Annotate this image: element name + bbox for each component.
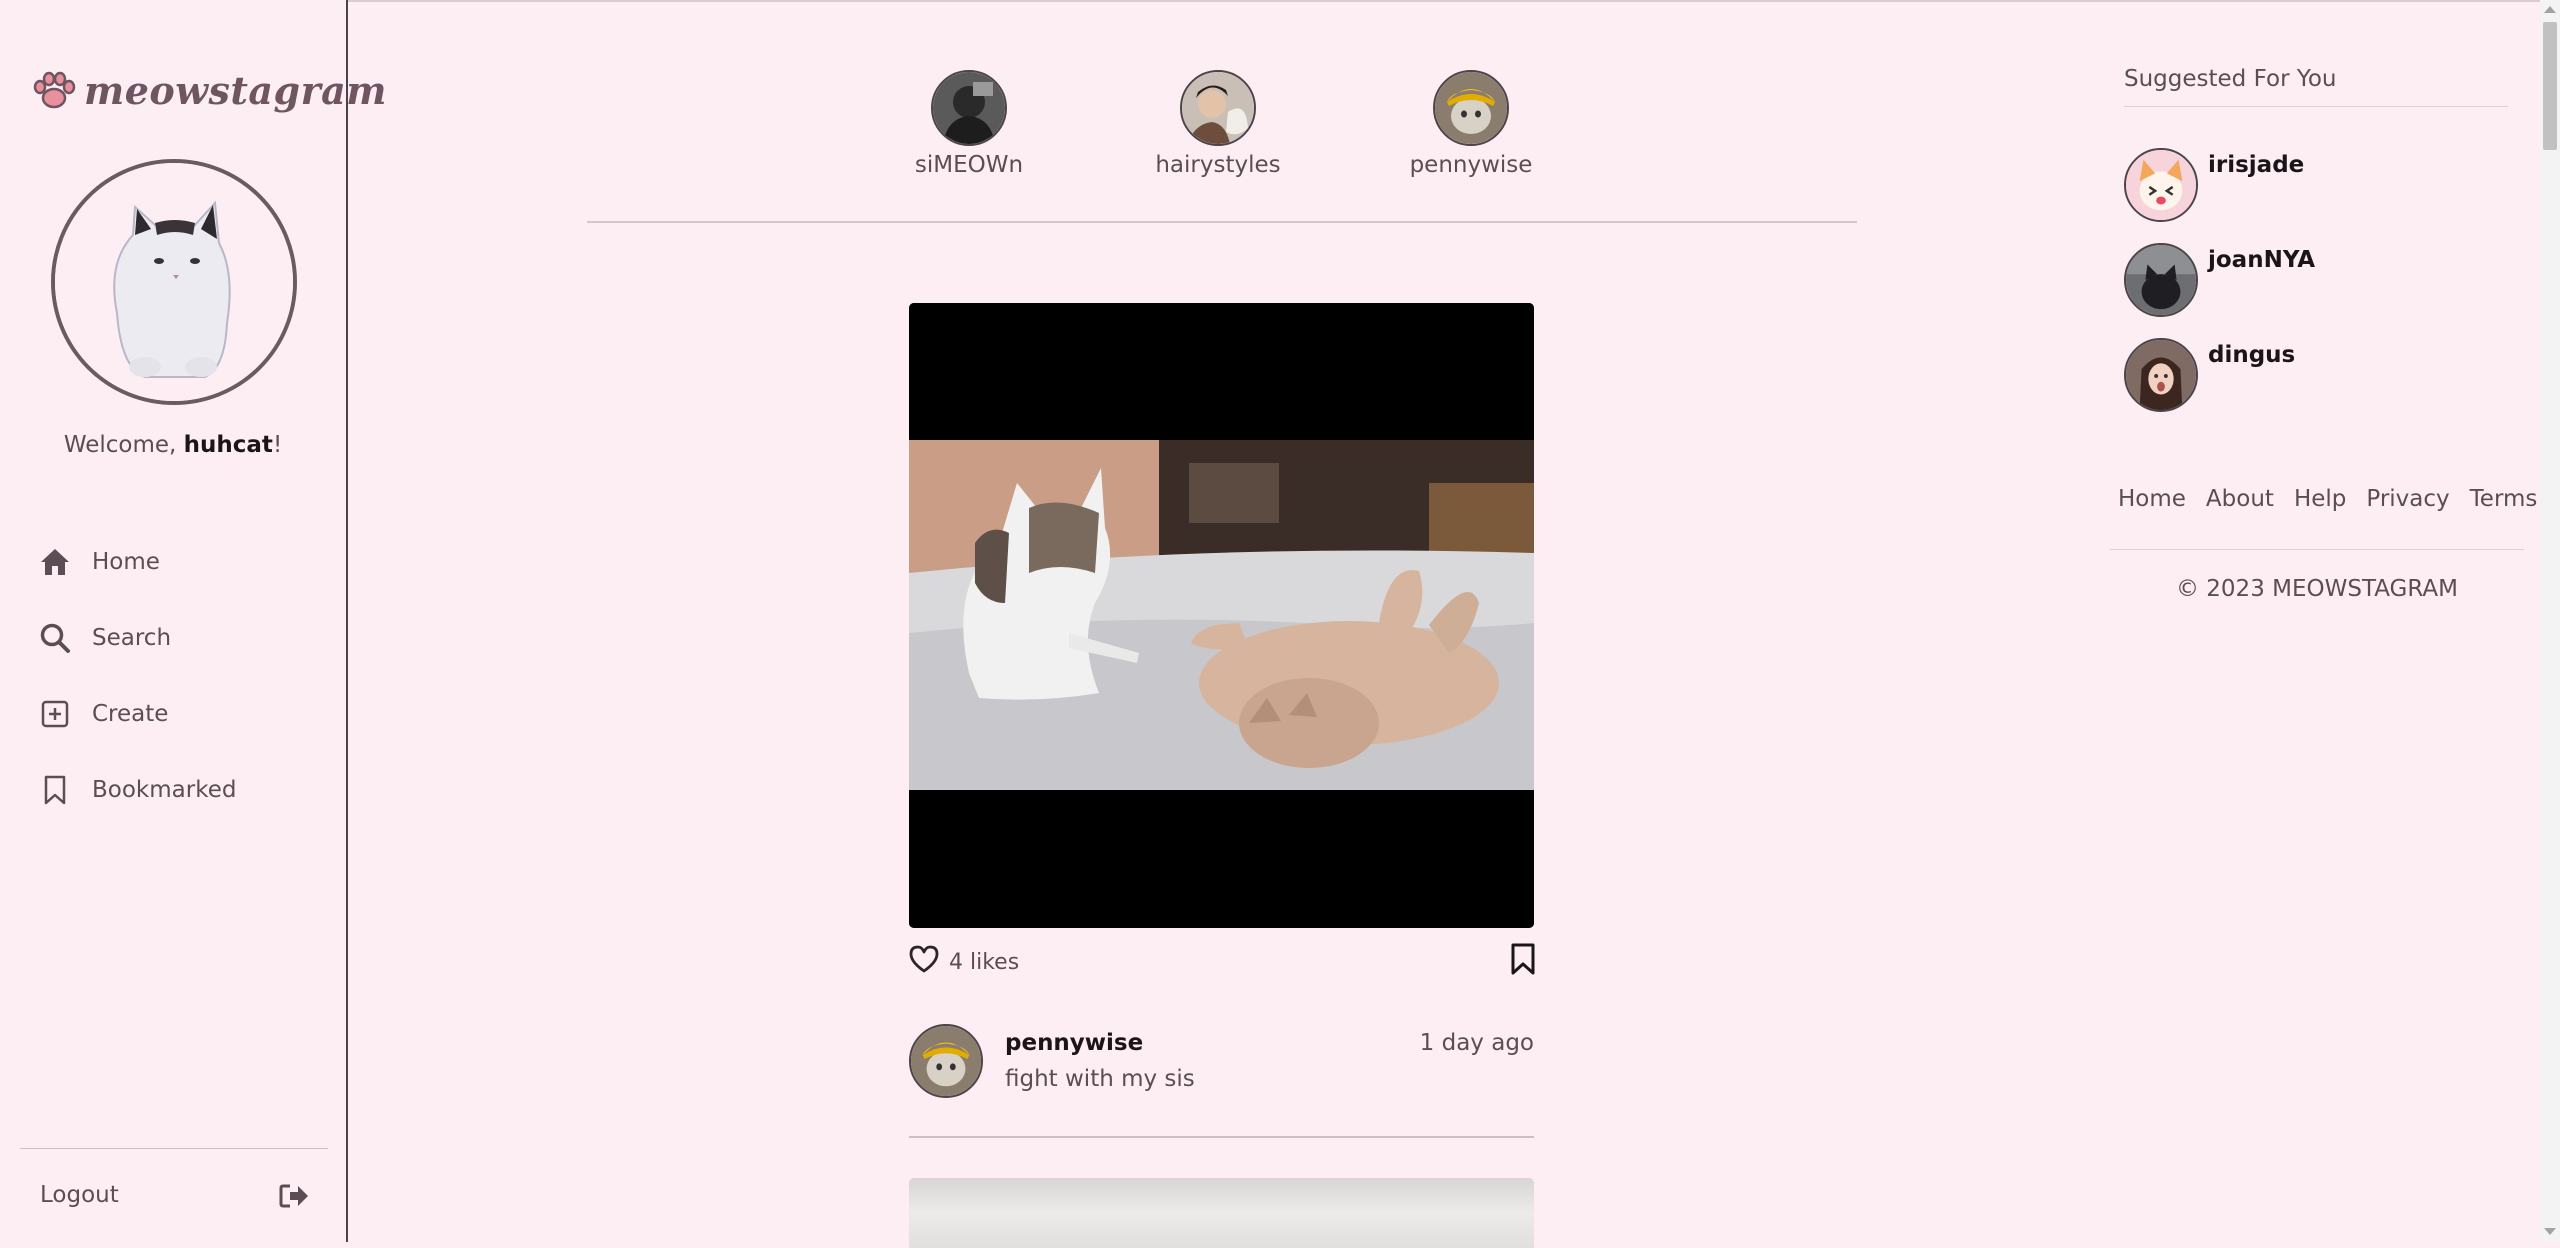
nav-item-bookmarked[interactable]: Bookmarked — [38, 752, 236, 828]
post-timestamp: 1 day ago — [1419, 1030, 1534, 1056]
main-nav: Home Search Create Bookmarked — [38, 524, 236, 828]
bookmark-icon[interactable] — [1510, 943, 1536, 975]
logout-icon[interactable] — [278, 1180, 310, 1212]
logout-link[interactable]: Logout — [40, 1182, 119, 1208]
profile-avatar[interactable] — [51, 159, 297, 405]
scroll-up-arrow-icon[interactable] — [2544, 6, 2556, 13]
profile-cat-image — [55, 163, 293, 401]
nav-label-home: Home — [92, 549, 160, 575]
suggestions-title: Suggested For You — [2124, 66, 2337, 92]
suggestions-divider — [2124, 106, 2508, 107]
nav-item-home[interactable]: Home — [38, 524, 236, 600]
story-item[interactable]: hairystyles — [1108, 70, 1328, 178]
bookmark-icon — [38, 773, 72, 807]
story-avatar — [1433, 70, 1509, 146]
welcome-username: huhcat — [183, 432, 273, 458]
footer-link-home[interactable]: Home — [2118, 486, 2186, 512]
suggested-user-name: joanNYA — [2208, 247, 2316, 273]
next-post-preview[interactable] — [909, 1178, 1534, 1248]
brand-logo[interactable]: meowstagram — [32, 68, 387, 113]
story-item[interactable]: siMEOWn — [859, 70, 1079, 178]
welcome-message: Welcome, huhcat! — [0, 432, 346, 458]
window-top-border — [0, 0, 2560, 2]
paw-icon — [33, 71, 76, 108]
footer-link-terms[interactable]: Terms — [2470, 486, 2538, 512]
scroll-down-arrow-icon[interactable] — [2544, 1228, 2556, 1235]
nav-item-search[interactable]: Search — [38, 600, 236, 676]
likes-count: 4 likes — [949, 950, 1020, 975]
footer-divider — [2110, 549, 2524, 550]
story-name: hairystyles — [1155, 152, 1281, 178]
story-avatar — [1180, 70, 1256, 146]
sidebar-divider — [20, 1148, 328, 1149]
search-icon — [38, 621, 72, 655]
suggested-user-avatar — [2124, 148, 2198, 222]
post-author-name[interactable]: pennywise — [1005, 1030, 1143, 1056]
suggested-user-name: irisjade — [2208, 152, 2305, 178]
footer-link-help[interactable]: Help — [2294, 486, 2346, 512]
nav-label-bookmarked: Bookmarked — [92, 777, 237, 803]
post-image-cats — [909, 303, 1534, 928]
welcome-suffix: ! — [272, 432, 283, 458]
nav-label-search: Search — [92, 625, 172, 651]
post-divider — [909, 1136, 1534, 1138]
post-video[interactable] — [909, 303, 1534, 928]
suggested-user-avatar — [2124, 243, 2198, 317]
brand-name: meowstagram — [84, 68, 387, 113]
nav-label-create: Create — [92, 701, 169, 727]
welcome-prefix: Welcome, — [63, 432, 184, 458]
sidebar: meowstagram Welcome, huhcat! Home Search… — [0, 0, 386, 1242]
post-caption: fight with my sis — [1005, 1066, 1195, 1092]
story-avatar — [931, 70, 1007, 146]
plus-square-icon — [38, 697, 72, 731]
scrollbar-thumb[interactable] — [2543, 22, 2557, 150]
post-author-avatar[interactable] — [909, 1024, 983, 1098]
footer-link-privacy[interactable]: Privacy — [2366, 486, 2449, 512]
suggested-user-name: dingus — [2208, 342, 2296, 368]
story-name: siMEOWn — [914, 152, 1024, 178]
scrollbar-track[interactable] — [2540, 0, 2560, 1242]
heart-icon[interactable] — [908, 944, 940, 974]
story-item[interactable]: pennywise — [1361, 70, 1581, 178]
suggested-user-avatar — [2124, 338, 2198, 412]
home-icon — [38, 545, 72, 579]
footer-links: Home About Help Privacy Terms — [2118, 486, 2557, 512]
story-name: pennywise — [1409, 152, 1533, 178]
nav-item-create[interactable]: Create — [38, 676, 236, 752]
footer-link-about[interactable]: About — [2206, 486, 2274, 512]
copyright-text: © 2023 MEOWSTAGRAM — [2175, 576, 2459, 602]
stories-divider — [587, 221, 1857, 223]
